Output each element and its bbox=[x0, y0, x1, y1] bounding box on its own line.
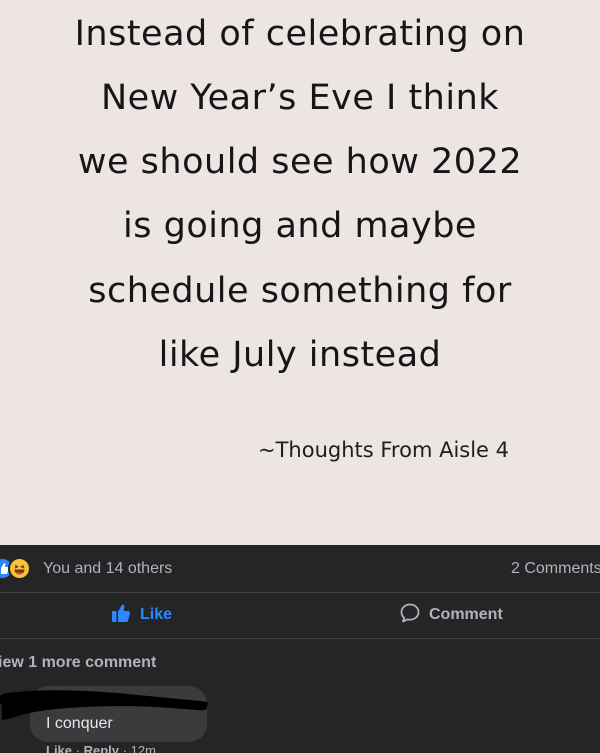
reactions-row[interactable]: You and 14 others 2 Comments bbox=[0, 545, 600, 592]
reaction-summary[interactable]: You and 14 others bbox=[43, 560, 172, 578]
view-more-comments-link[interactable]: iew 1 more comment bbox=[0, 654, 156, 672]
post-footer: You and 14 others 2 Comments Like Commen… bbox=[0, 545, 600, 753]
comment-button[interactable]: Comment bbox=[399, 603, 503, 627]
comment-meta: Like · Reply · 12m bbox=[46, 743, 156, 753]
meta-separator: · bbox=[122, 743, 127, 753]
meme-text-line: like July instead bbox=[158, 335, 442, 375]
comment-text: I conquer bbox=[46, 715, 113, 732]
comment-icon bbox=[399, 602, 421, 629]
haha-reaction-icon bbox=[8, 557, 31, 580]
meme-signature: ~Thoughts From Aisle 4 bbox=[258, 438, 510, 462]
thumbs-up-icon bbox=[110, 602, 132, 629]
meme-text-line: we should see how 2022 bbox=[77, 142, 523, 182]
like-button[interactable]: Like bbox=[110, 603, 172, 627]
meme-text-line: Instead of celebrating on bbox=[74, 14, 526, 54]
divider bbox=[0, 638, 600, 639]
meme-text-line: schedule something for bbox=[88, 271, 512, 311]
comment-like-link[interactable]: Like bbox=[46, 743, 72, 753]
reaction-icons[interactable] bbox=[0, 557, 37, 581]
comment: I conquer Like · Reply · 12m bbox=[0, 686, 600, 753]
comment-reply-link[interactable]: Reply bbox=[84, 743, 119, 753]
meme-text-line: New Year’s Eve I think bbox=[100, 78, 500, 118]
comments-count[interactable]: 2 Comments bbox=[511, 560, 600, 578]
comment-button-label: Comment bbox=[429, 606, 503, 623]
meta-separator: · bbox=[75, 743, 80, 753]
like-button-label: Like bbox=[140, 606, 173, 623]
comment-timestamp[interactable]: 12m bbox=[131, 743, 156, 753]
post-image[interactable]: Instead of celebrating on New Year’s Eve… bbox=[0, 0, 600, 545]
post-actions: Like Comment bbox=[0, 593, 600, 638]
meme-text-line: is going and maybe bbox=[123, 206, 477, 246]
